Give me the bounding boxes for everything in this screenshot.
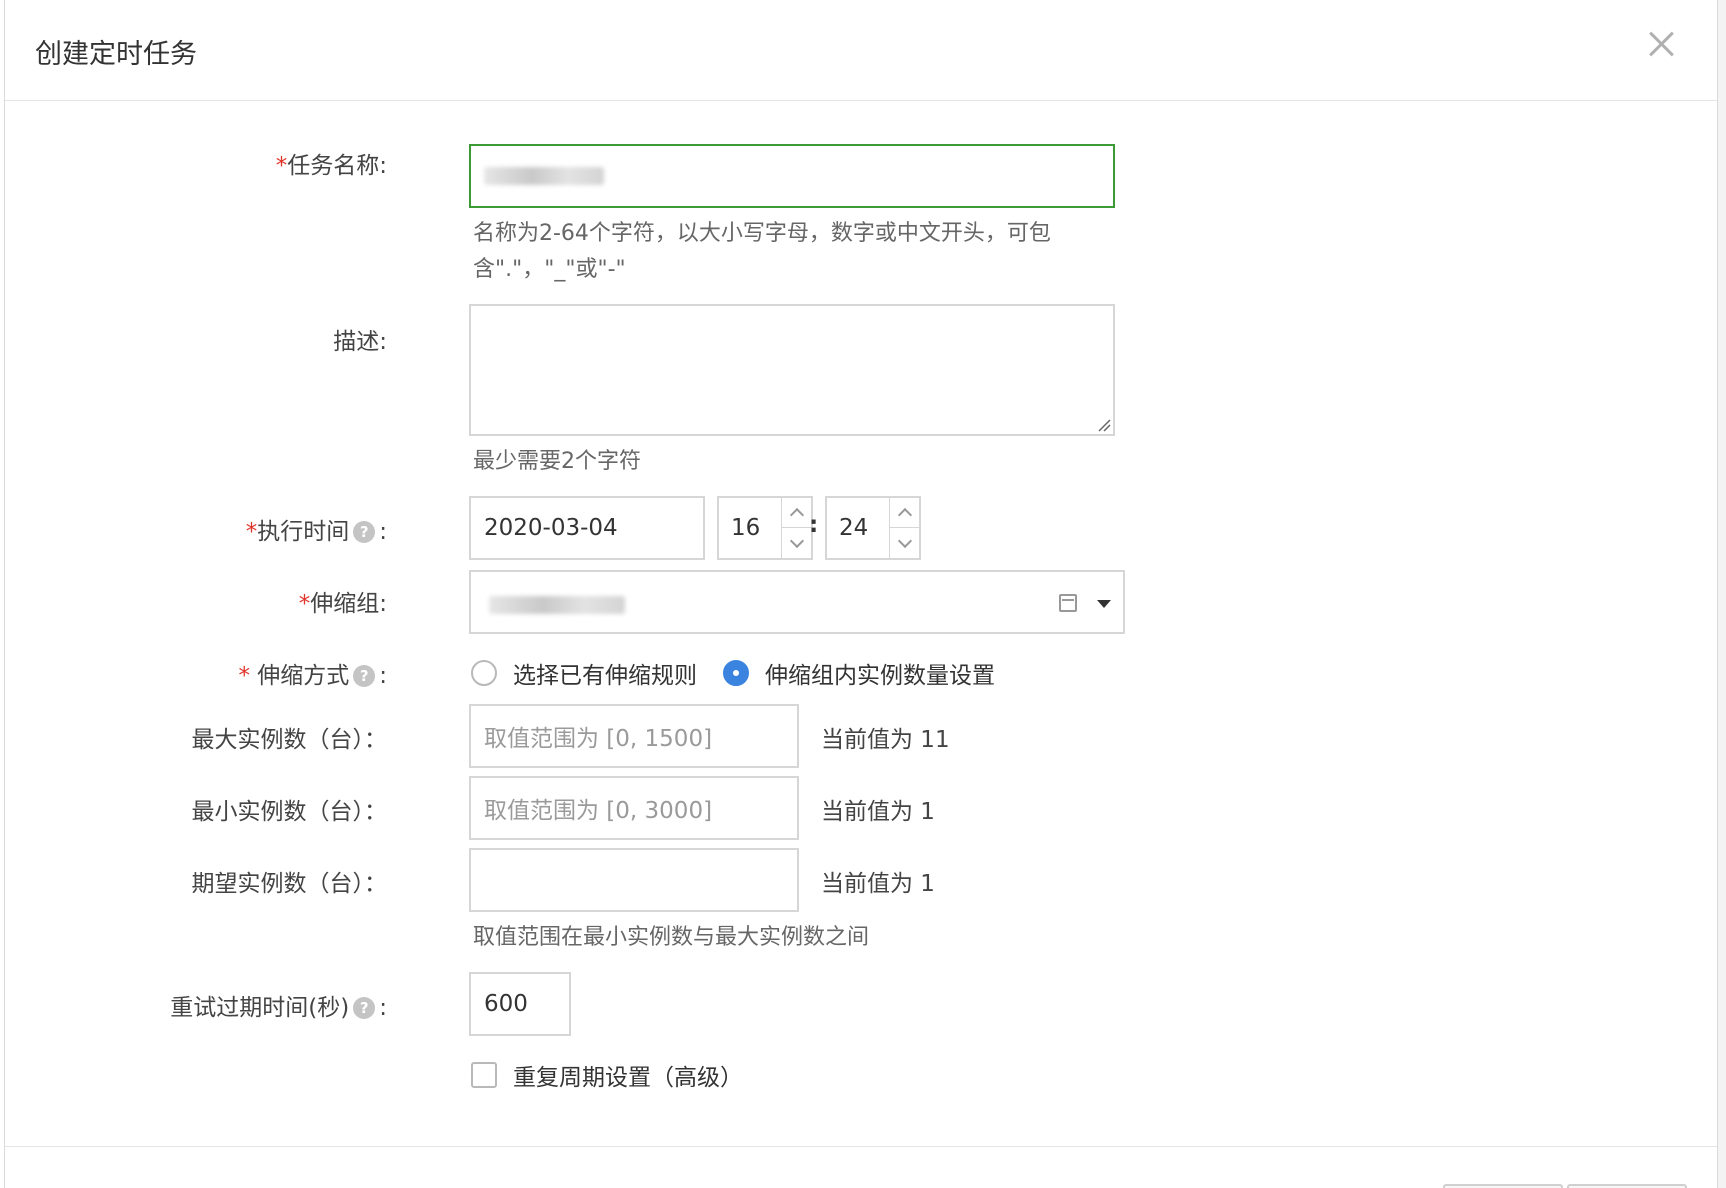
repeat-checkbox-label[interactable]: 重复周期设置（高级） [513,1058,743,1092]
minute-increment-button[interactable] [890,498,919,528]
max-instances-label: 最大实例数（台）： [191,727,388,753]
description-textarea[interactable] [469,304,1115,436]
hour-value: 16 [731,515,761,541]
required-mark: * [275,153,288,179]
redacted-scaling-group [489,596,625,614]
max-instances-current: 当前值为 11 [821,727,950,753]
redacted-task-name [484,167,604,185]
chevron-up-icon [789,507,804,523]
description-label: 描述: [333,329,387,355]
required-mark: * [238,663,250,689]
desired-instances-label: 期望实例数（台）： [191,871,388,897]
chevron-up-icon [897,507,912,523]
task-name-label: *任务名称: [275,153,387,179]
desired-instances-hint: 取值范围在最小实例数与最大实例数之间 [473,925,870,950]
time-separator: : [809,512,819,538]
min-instances-label: 最小实例数（台）： [191,799,388,825]
create-scheduled-task-dialog: 创建定时任务 *任务名称: 名称为2-64个字符，以大小写字母，数字或中文开头，… [4,0,1718,1188]
desired-instances-current: 当前值为 1 [821,871,935,897]
confirm-button[interactable] [1443,1184,1563,1188]
radio-existing-rule[interactable] [471,660,497,686]
min-instances-current: 当前值为 1 [821,799,935,825]
max-instances-input[interactable]: 取值范围为 [0, 1500] [469,704,799,768]
clipboard-icon[interactable] [1059,594,1077,612]
task-name-hint: 名称为2-64个字符，以大小写字母，数字或中文开头，可包含"."，"_"或"-" [473,221,1051,282]
background-page-edge [1718,0,1726,1188]
radio-existing-rule-label[interactable]: 选择已有伸缩规则 [513,656,697,690]
retry-expire-input[interactable]: 600 [469,972,571,1036]
cancel-button[interactable] [1567,1184,1687,1188]
help-icon[interactable]: ? [353,997,376,1019]
close-icon[interactable] [1643,26,1679,62]
chevron-down-icon[interactable] [1097,600,1111,608]
scaling-mode-label: * 伸缩方式?: [238,663,387,689]
dialog-header: 创建定时任务 [5,0,1717,101]
minute-stepper[interactable]: 24 [825,496,921,560]
radio-instance-count-label[interactable]: 伸缩组内实例数量设置 [765,656,995,690]
hour-stepper[interactable]: 16 [717,496,813,560]
description-hint: 最少需要2个字符 [473,449,641,474]
minute-decrement-button[interactable] [890,528,919,558]
exec-date-input[interactable]: 2020-03-04 [469,496,705,560]
scaling-group-select[interactable] [469,570,1125,634]
task-name-input[interactable] [469,144,1115,208]
hour-decrement-button[interactable] [782,528,811,558]
chevron-down-icon [897,533,912,548]
required-mark: * [245,519,258,545]
help-icon[interactable]: ? [353,665,376,687]
radio-instance-count[interactable] [723,660,749,686]
repeat-checkbox[interactable] [471,1062,497,1088]
footer-divider [5,1146,1717,1147]
help-icon[interactable]: ? [353,521,376,543]
min-instances-input[interactable]: 取值范围为 [0, 3000] [469,776,799,840]
dialog-title: 创建定时任务 [35,39,197,70]
resize-handle-icon[interactable] [1097,418,1111,432]
required-mark: * [298,591,311,617]
chevron-down-icon [789,533,804,548]
hour-increment-button[interactable] [782,498,811,528]
desired-instances-input[interactable] [469,848,799,912]
retry-expire-label: 重试过期时间(秒)?: [170,995,387,1021]
scaling-group-label: *伸缩组: [298,591,387,617]
exec-time-label: *执行时间?: [245,519,387,545]
minute-value: 24 [839,515,869,541]
